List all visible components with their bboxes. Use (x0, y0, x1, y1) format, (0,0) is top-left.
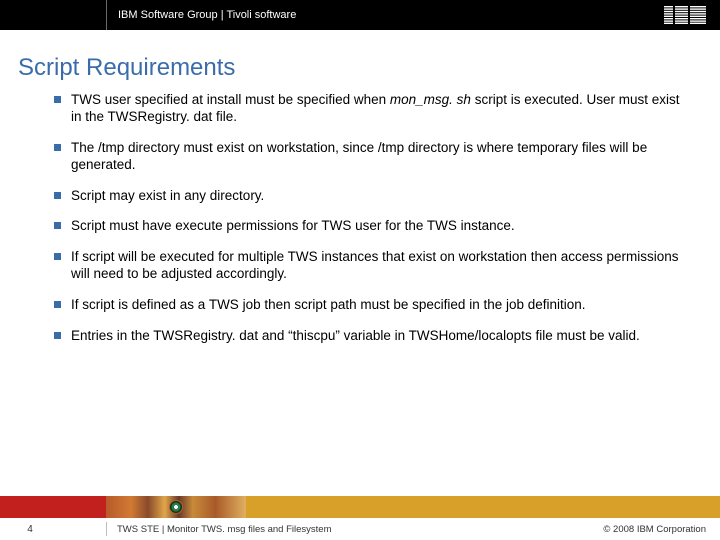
bullet-text: If script will be executed for multiple … (71, 249, 686, 283)
bullet-text: If script is defined as a TWS job then s… (71, 297, 686, 314)
bullet-icon (54, 332, 61, 339)
bullet-icon (54, 96, 61, 103)
footer-line: TWS STE | Monitor TWS. msg files and Fil… (117, 524, 332, 535)
slide-number: 4 (0, 524, 60, 535)
band-gold (246, 496, 720, 518)
bullet-icon (54, 253, 61, 260)
bullet-text-pre: The /tmp directory must exist on worksta… (71, 140, 647, 172)
header-divider (106, 0, 107, 30)
band-red (0, 496, 106, 518)
header-bar: IBM Software Group | Tivoli software (0, 0, 720, 30)
bullet-text-pre: If script is defined as a TWS job then s… (71, 297, 586, 312)
page-title: Script Requirements (18, 54, 720, 82)
bullet-icon (54, 192, 61, 199)
bullet-text-pre: Script must have execute permissions for… (71, 218, 515, 233)
bullet-text: The /tmp directory must exist on worksta… (71, 140, 686, 174)
bullet-icon (54, 301, 61, 308)
list-item: TWS user specified at install must be sp… (54, 92, 686, 126)
bullet-text-pre: Entries in the TWSRegistry. dat and “thi… (71, 328, 640, 343)
bullet-text-ital: mon_msg. sh (390, 92, 475, 107)
bullet-text-pre: Script may exist in any directory. (71, 188, 264, 203)
bullet-text: Script must have execute permissions for… (71, 218, 686, 235)
list-item: Script must have execute permissions for… (54, 218, 686, 235)
list-item: If script is defined as a TWS job then s… (54, 297, 686, 314)
list-item: Script may exist in any directory. (54, 188, 686, 205)
ibm-logo-icon (664, 6, 706, 24)
bullet-text: Entries in the TWSRegistry. dat and “thi… (71, 328, 686, 345)
band-image (106, 496, 246, 518)
list-item: If script will be executed for multiple … (54, 249, 686, 283)
list-item: Entries in the TWSRegistry. dat and “thi… (54, 328, 686, 345)
list-item: The /tmp directory must exist on worksta… (54, 140, 686, 174)
bullet-text-pre: If script will be executed for multiple … (71, 249, 679, 281)
bullet-list: TWS user specified at install must be sp… (54, 92, 686, 345)
eye-icon (169, 500, 183, 514)
footer-color-band (0, 496, 720, 518)
bullet-icon (54, 144, 61, 151)
header-text: IBM Software Group | Tivoli software (118, 9, 296, 21)
header-group: IBM Software Group (118, 9, 218, 21)
header-product: Tivoli software (226, 9, 296, 21)
copyright: © 2008 IBM Corporation (603, 524, 706, 535)
footer-lower: 4 TWS STE | Monitor TWS. msg files and F… (0, 518, 720, 540)
footer-divider (106, 522, 107, 536)
bullet-text-pre: TWS user specified at install must be sp… (71, 92, 390, 107)
bullet-icon (54, 222, 61, 229)
bullet-text: TWS user specified at install must be sp… (71, 92, 686, 126)
bullet-text: Script may exist in any directory. (71, 188, 686, 205)
